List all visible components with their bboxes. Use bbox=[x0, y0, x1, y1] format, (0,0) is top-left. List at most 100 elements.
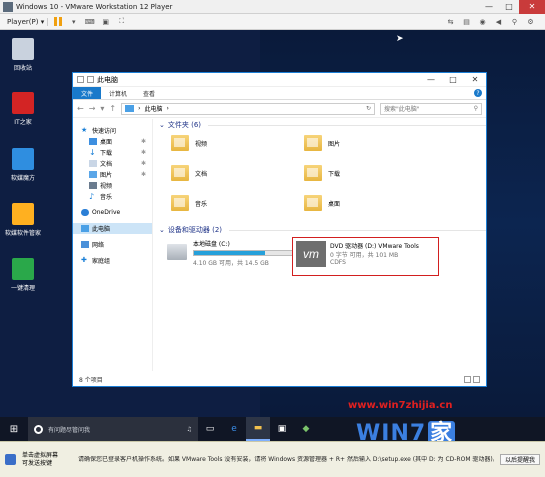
close-button[interactable]: ✕ bbox=[519, 0, 545, 14]
folder-desktop[interactable]: 桌面 bbox=[304, 195, 340, 211]
nav-item-network[interactable]: 网络 bbox=[73, 239, 152, 250]
network-icon bbox=[81, 241, 89, 248]
search-icon: ⚲ bbox=[473, 105, 478, 112]
pin-icon: ✱ bbox=[140, 160, 146, 167]
dropdown-icon[interactable]: ▾ bbox=[68, 17, 79, 27]
explorer-maximize-button[interactable]: □ bbox=[442, 75, 464, 84]
folder-music[interactable]: 音乐 bbox=[171, 195, 207, 211]
vmware-logo-icon: vm bbox=[296, 241, 326, 267]
nav-item-this-pc[interactable]: 此电脑 bbox=[73, 223, 152, 234]
address-sep: › bbox=[166, 105, 169, 112]
folder-downloads[interactable]: 下载 bbox=[304, 165, 340, 181]
nav-item-onedrive[interactable]: OneDrive bbox=[73, 207, 152, 218]
folder-icon bbox=[304, 195, 322, 211]
desktop-icon-recycle-bin[interactable]: 回收站 bbox=[3, 38, 43, 72]
file-explorer-icon[interactable]: ▬ bbox=[246, 417, 270, 441]
back-icon[interactable]: ← bbox=[77, 104, 84, 113]
folder-icon bbox=[171, 165, 189, 181]
mouse-cursor-icon: ➤ bbox=[396, 34, 404, 44]
homegroup-icon: ✚ bbox=[81, 256, 87, 264]
pause-icon[interactable] bbox=[52, 17, 63, 27]
quick-access-toolbar-icon[interactable] bbox=[77, 76, 84, 83]
video-icon bbox=[89, 182, 97, 189]
usb-icon[interactable]: ⚲ bbox=[509, 17, 520, 27]
ithome-icon bbox=[12, 92, 34, 114]
taskbar: ⊞ 有问题尽管问我 ♫ ▭ e ▬ ▣ ◆ bbox=[0, 417, 545, 441]
fullscreen-icon[interactable]: ⛶ bbox=[116, 17, 127, 27]
network-icon[interactable]: ⇆ bbox=[445, 17, 456, 27]
task-view-icon[interactable]: ▭ bbox=[198, 417, 222, 441]
details-view-icon[interactable] bbox=[464, 375, 471, 383]
star-icon: ★ bbox=[81, 126, 88, 134]
unity-icon[interactable]: ▣ bbox=[100, 17, 111, 27]
tab-file[interactable]: 文件 bbox=[73, 87, 102, 99]
pin-icon: ✱ bbox=[140, 171, 146, 178]
properties-icon[interactable] bbox=[87, 76, 94, 83]
hard-drive-icon bbox=[167, 244, 187, 260]
computer-icon bbox=[125, 105, 135, 112]
folders-group-header[interactable]: ⌄ 文件夹 (6) bbox=[157, 119, 486, 131]
folder-pictures[interactable]: 图片 bbox=[304, 135, 340, 151]
desktop-icon-cleanup[interactable]: 一键清理 bbox=[3, 258, 43, 292]
nav-item-downloads[interactable]: ↓ 下载 ✱ bbox=[73, 147, 152, 158]
tab-view[interactable]: 查看 bbox=[135, 87, 163, 99]
desktop-icon bbox=[89, 138, 97, 145]
sound-icon[interactable]: ◀ bbox=[493, 17, 504, 27]
explorer-minimize-button[interactable]: — bbox=[420, 75, 442, 84]
up-icon[interactable]: ↑ bbox=[109, 104, 116, 113]
app-icon[interactable]: ◆ bbox=[294, 417, 318, 441]
refresh-icon[interactable]: ↻ bbox=[366, 105, 371, 112]
folder-icon bbox=[304, 135, 322, 151]
dvd-drive-d[interactable]: vm DVD 驱动器 (D:) VMware Tools 0 字节 可用，共 1… bbox=[292, 237, 439, 276]
maximize-button[interactable]: □ bbox=[499, 0, 519, 14]
edge-icon[interactable]: e bbox=[222, 417, 246, 441]
settings-icon[interactable]: ⚙ bbox=[525, 17, 536, 27]
address-text: 此电脑 bbox=[144, 106, 163, 113]
download-icon: ↓ bbox=[89, 148, 96, 157]
microphone-icon[interactable]: ♫ bbox=[187, 426, 192, 433]
help-icon[interactable]: ? bbox=[474, 89, 482, 97]
tab-computer[interactable]: 计算机 bbox=[101, 87, 135, 99]
desktop-icon-ithome[interactable]: IT之家 bbox=[3, 92, 43, 126]
printer-icon[interactable]: ▤ bbox=[461, 17, 472, 27]
desktop-icon-rubik[interactable]: 软媒魔方 bbox=[3, 148, 43, 182]
cd-icon[interactable]: ◉ bbox=[477, 17, 488, 27]
music-icon: ♪ bbox=[89, 192, 95, 201]
nav-item-videos[interactable]: 视频 bbox=[73, 180, 152, 191]
desktop-icon-software-manager[interactable]: 软媒软件管家 bbox=[3, 203, 43, 237]
minimize-button[interactable]: — bbox=[479, 0, 499, 14]
address-sep: › bbox=[138, 105, 141, 112]
search-input[interactable]: 搜索"此电脑" ⚲ bbox=[380, 102, 482, 115]
vmware-toolbar: Player(P) ▾ ▾ ⌨ ▣ ⛶ ⇆ ▤ ◉ ◀ ⚲ ⚙ bbox=[0, 14, 545, 30]
status-bar: 8 个项目 bbox=[73, 372, 486, 386]
nav-item-quick-access[interactable]: ★ 快速访问 bbox=[73, 125, 152, 136]
large-icons-view-icon[interactable] bbox=[473, 375, 480, 383]
nav-item-pictures[interactable]: 图片 ✱ bbox=[73, 169, 152, 180]
drives-group-header[interactable]: ⌄ 设备和驱动器 (2) bbox=[157, 224, 486, 236]
store-icon[interactable]: ▣ bbox=[270, 417, 294, 441]
vmware-titlebar: Windows 10 - VMware Workstation 12 Playe… bbox=[0, 0, 545, 14]
nav-item-music[interactable]: ♪ 音乐 bbox=[73, 191, 152, 202]
start-button-icon[interactable]: ⊞ bbox=[0, 424, 28, 435]
pin-icon: ✱ bbox=[140, 138, 146, 145]
cloud-icon bbox=[81, 209, 89, 216]
guest-desktop: 回收站 IT之家 软媒魔方 软媒软件管家 一键清理 ➤ 此电脑 — □ ✕ 文件… bbox=[0, 30, 545, 417]
cortana-search-box[interactable]: 有问题尽管问我 ♫ bbox=[28, 417, 198, 441]
forward-icon[interactable]: → bbox=[89, 104, 96, 113]
recent-icon[interactable]: ▾ bbox=[100, 104, 104, 113]
nav-item-documents[interactable]: 文档 ✱ bbox=[73, 158, 152, 169]
nav-item-homegroup[interactable]: ✚ 家庭组 bbox=[73, 255, 152, 266]
explorer-close-button[interactable]: ✕ bbox=[464, 75, 486, 84]
send-keys-icon[interactable]: ⌨ bbox=[84, 17, 95, 27]
chevron-down-icon: ⌄ bbox=[159, 121, 165, 129]
local-disk-c[interactable]: 本地磁盘 (C:) 4.10 GB 可用，共 14.5 GB bbox=[167, 239, 293, 267]
cleanup-icon bbox=[12, 258, 34, 280]
player-menu[interactable]: Player(P) ▾ bbox=[4, 17, 49, 26]
chevron-down-icon: ⌄ bbox=[159, 226, 165, 234]
nav-item-desktop[interactable]: 桌面 ✱ bbox=[73, 136, 152, 147]
remind-later-button[interactable]: 以后提醒我 bbox=[500, 454, 540, 465]
folder-videos[interactable]: 视频 bbox=[171, 135, 207, 151]
address-bar[interactable]: › 此电脑 › ↻ bbox=[121, 102, 375, 115]
folder-documents[interactable]: 文档 bbox=[171, 165, 207, 181]
picture-icon bbox=[89, 171, 97, 178]
